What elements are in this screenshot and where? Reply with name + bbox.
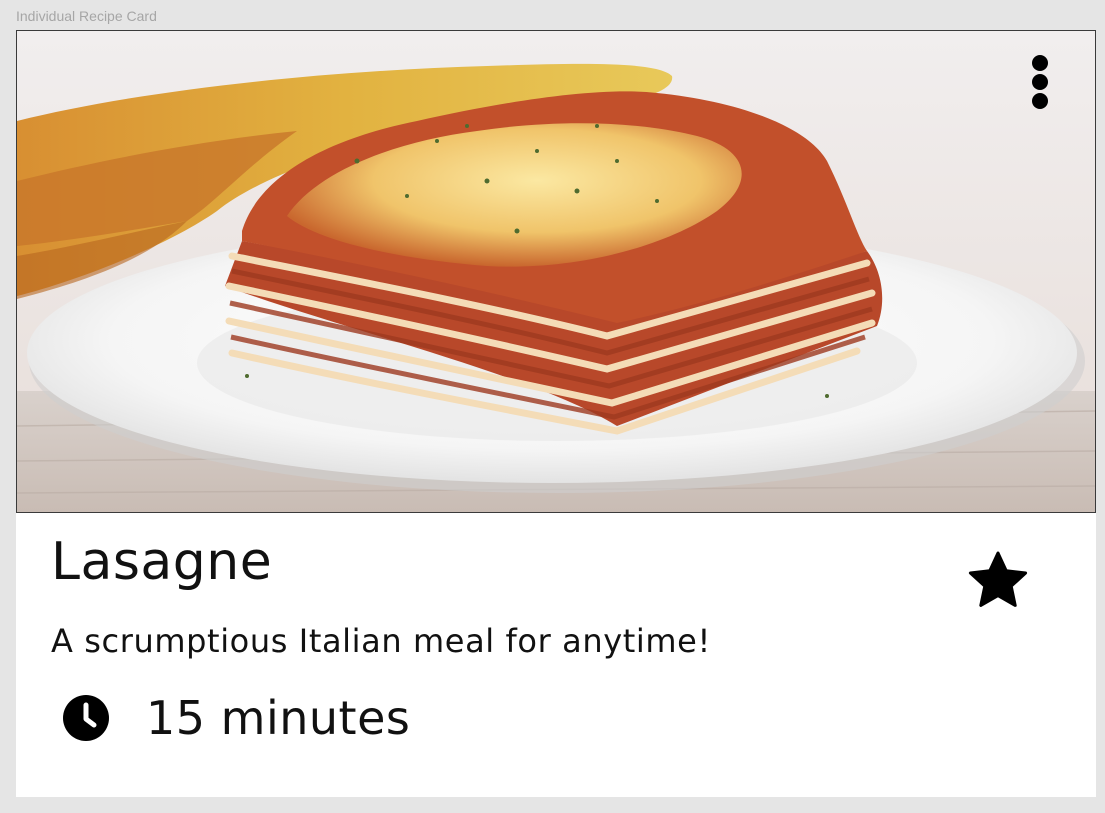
cook-time-label: 15 minutes [146,691,411,745]
star-icon [968,551,1028,607]
more-options-button[interactable] [1025,53,1055,111]
lasagne-illustration [17,31,1095,512]
frame-label: Individual Recipe Card [16,8,157,24]
clock-icon [63,695,109,741]
favorite-button[interactable] [967,550,1029,610]
more-vertical-icon-dot [1032,74,1048,90]
recipe-title: Lasagne [51,532,273,592]
recipe-description: A scrumptious Italian meal for anytime! [51,622,711,660]
cook-time: 15 minutes [62,686,410,750]
recipe-photo [16,30,1096,513]
more-vertical-icon-dot [1032,55,1048,71]
recipe-card[interactable]: Lasagne A scrumptious Italian meal for a… [16,30,1096,797]
more-vertical-icon-dot [1032,93,1048,109]
